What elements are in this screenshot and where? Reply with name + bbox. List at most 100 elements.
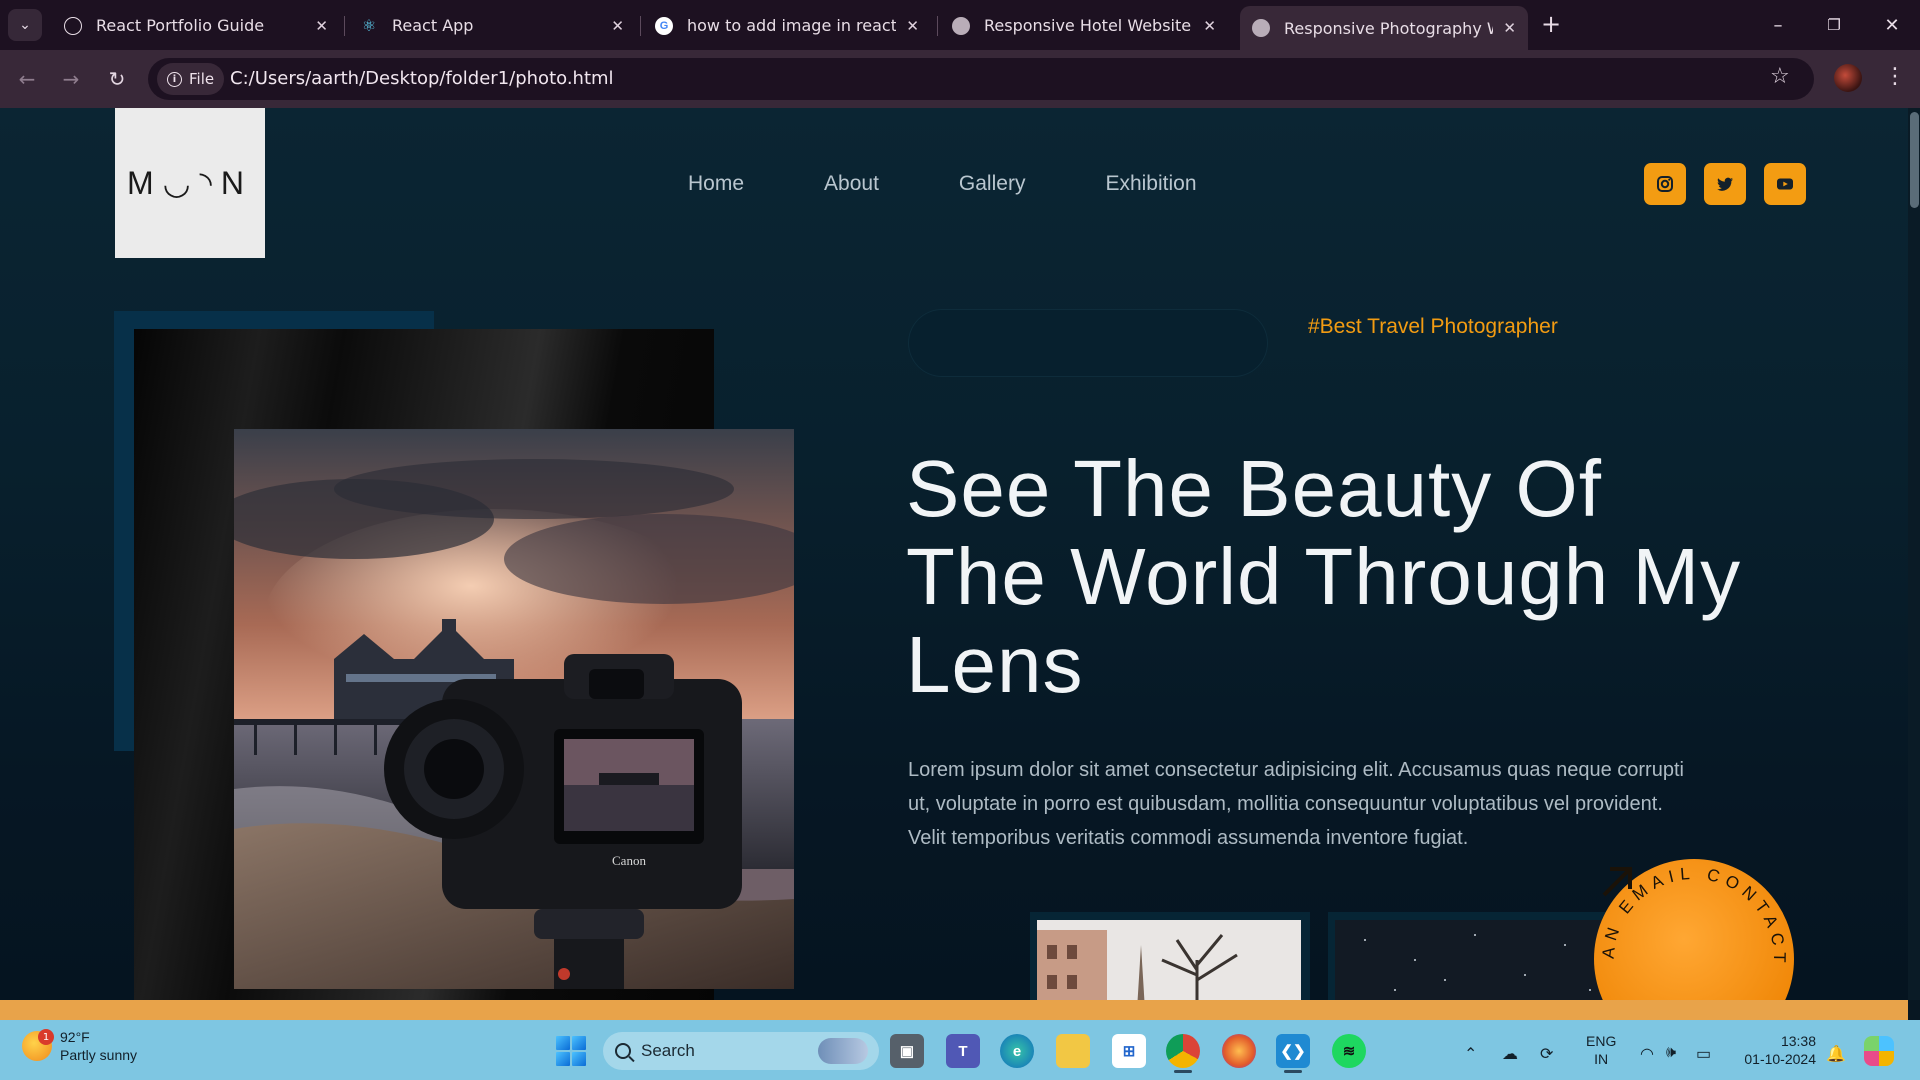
nav-gallery[interactable]: Gallery [959,172,1026,196]
notification-bell-icon[interactable]: 🔔 [1826,1044,1846,1064]
close-icon[interactable]: ✕ [611,17,624,35]
youtube-icon [1777,178,1793,190]
tab-title: Responsive Hotel Website [984,16,1192,35]
url-text[interactable]: C:/Users/aarth/Desktop/folder1/photo.htm… [230,68,614,89]
teams-icon[interactable]: T [946,1034,980,1068]
system-clock[interactable]: 13:38 01-10-2024 [1734,1032,1816,1068]
twitter-icon [1717,177,1733,191]
twitter-button[interactable] [1704,163,1746,205]
page-viewport: M◡◝N Home About Gallery Exhibition Canon… [0,108,1920,1000]
new-tab-button[interactable]: + [1541,10,1561,38]
profile-avatar[interactable] [1834,64,1862,92]
camera-photo-illustration: Canon [234,429,794,989]
tab-react-portfolio-guide[interactable]: React Portfolio Guide ✕ [52,7,340,44]
instagram-button[interactable] [1644,163,1686,205]
forward-button[interactable]: → [56,64,86,94]
tagline-text: #Best Travel Photographer [1308,315,1558,338]
notification-badge: 1 [38,1029,54,1045]
tab-search-button[interactable]: ⌄ [8,9,42,41]
close-icon[interactable]: ✕ [906,17,919,35]
copilot-icon[interactable] [1864,1036,1894,1066]
tab-title: React App [392,16,474,35]
back-button[interactable]: ← [12,64,42,94]
chrome-icon[interactable] [1166,1034,1200,1068]
tab-title: Responsive Photography Websi [1284,18,1493,38]
tab-separator [640,16,641,36]
clock-time: 13:38 [1780,1033,1816,1049]
youtube-button[interactable] [1764,163,1806,205]
tab-google-search[interactable]: G how to add image in react js - G ✕ [643,7,931,44]
volume-icon[interactable]: 🕪 [1666,1044,1676,1062]
tagline-pill [908,309,1268,377]
tab-hotel-website[interactable]: Responsive Hotel Website ✕ [940,7,1228,44]
site-info-chip[interactable]: i File [157,63,225,95]
nav-exhibition[interactable]: Exhibition [1105,172,1196,196]
hero-photo: Canon [234,429,794,989]
language-region: IN [1594,1051,1609,1067]
clock-date: 01-10-2024 [1744,1051,1816,1067]
hero-description: Lorem ipsum dolor sit amet consectetur a… [908,759,1684,849]
close-icon[interactable]: ✕ [1503,19,1516,37]
tab-react-app[interactable]: ⚛ React App ✕ [348,7,636,44]
search-highlight-icon [818,1038,868,1064]
menu-kebab-icon[interactable]: ⋮ [1884,64,1906,89]
horizontal-scrollbar[interactable] [0,1000,1908,1020]
tab-title: how to add image in react js - G [687,16,897,35]
email-contact-badge[interactable]: AN EMAIL CONTACT [1594,859,1794,1000]
wifi-icon[interactable]: ◠ [1640,1044,1654,1064]
page-scrollbar[interactable] [1908,108,1920,1000]
task-view-icon[interactable]: ▣ [890,1034,924,1068]
minimize-button[interactable]: – [1758,10,1798,40]
bookmark-star-icon[interactable]: ☆ [1770,64,1790,89]
edge-icon[interactable]: e [1000,1034,1034,1068]
react-icon: ⚛ [361,16,377,35]
thumbnail-night-sky[interactable] [1335,920,1611,1000]
vscode-active-indicator [1284,1070,1302,1073]
globe-icon [1252,19,1270,37]
windows-start-icon[interactable] [556,1036,586,1066]
tab-photography-website[interactable]: Responsive Photography Websi ✕ [1240,6,1528,50]
info-icon: i [167,71,182,87]
file-chip-label: File [189,70,215,88]
google-icon: G [655,16,673,35]
camera-brand-label: Canon [612,853,646,868]
close-icon[interactable]: ✕ [315,17,328,35]
globe-icon [952,16,970,35]
reload-button[interactable]: ↻ [102,64,132,94]
scrollbar-thumb[interactable] [1910,112,1919,208]
weather-description: Partly sunny [60,1047,138,1063]
tab-separator [937,16,938,36]
microsoft-store-icon[interactable]: ⊞ [1112,1034,1146,1068]
openai-icon [64,16,82,35]
weather-widget[interactable]: 1 92°F Partly sunny [22,1028,137,1064]
nav-about[interactable]: About [824,172,879,196]
instagram-icon [1657,176,1673,192]
file-explorer-icon[interactable] [1056,1034,1090,1068]
tab-strip: ⌄ React Portfolio Guide ✕ ⚛ React App ✕ … [0,0,1920,50]
search-placeholder: Search [641,1041,695,1060]
tab-title: React Portfolio Guide [96,16,265,35]
onedrive-cloud-icon[interactable]: ☁ [1502,1044,1518,1064]
tab-separator [344,16,345,36]
thumbnail-street-image [1037,920,1301,1000]
sync-icon[interactable]: ⟳ [1540,1044,1553,1064]
thumbnail-night-sky-image [1335,920,1611,1000]
nav-home[interactable]: Home [688,172,744,196]
language-code: ENG [1586,1033,1617,1049]
arrow-up-right-icon [1602,867,1632,897]
battery-icon[interactable]: ▭ [1696,1044,1711,1064]
site-logo[interactable]: M◡◝N [115,108,265,258]
vscode-icon[interactable]: ❮❯ [1276,1034,1310,1068]
search-icon [615,1043,631,1059]
thumbnail-street[interactable] [1037,920,1301,1000]
close-icon[interactable]: ✕ [1203,17,1216,35]
tray-chevron-up-icon[interactable]: ⌃ [1464,1044,1477,1064]
chrome-active-indicator [1174,1070,1192,1073]
spotify-icon[interactable]: ≋ [1332,1034,1366,1068]
close-window-button[interactable]: ✕ [1872,10,1912,40]
main-nav: Home About Gallery Exhibition [688,172,1197,196]
language-indicator[interactable]: ENG IN [1586,1032,1616,1068]
weather-temperature: 92°F [60,1029,90,1045]
firefox-icon[interactable] [1222,1034,1256,1068]
restore-button[interactable]: ❐ [1814,10,1854,40]
